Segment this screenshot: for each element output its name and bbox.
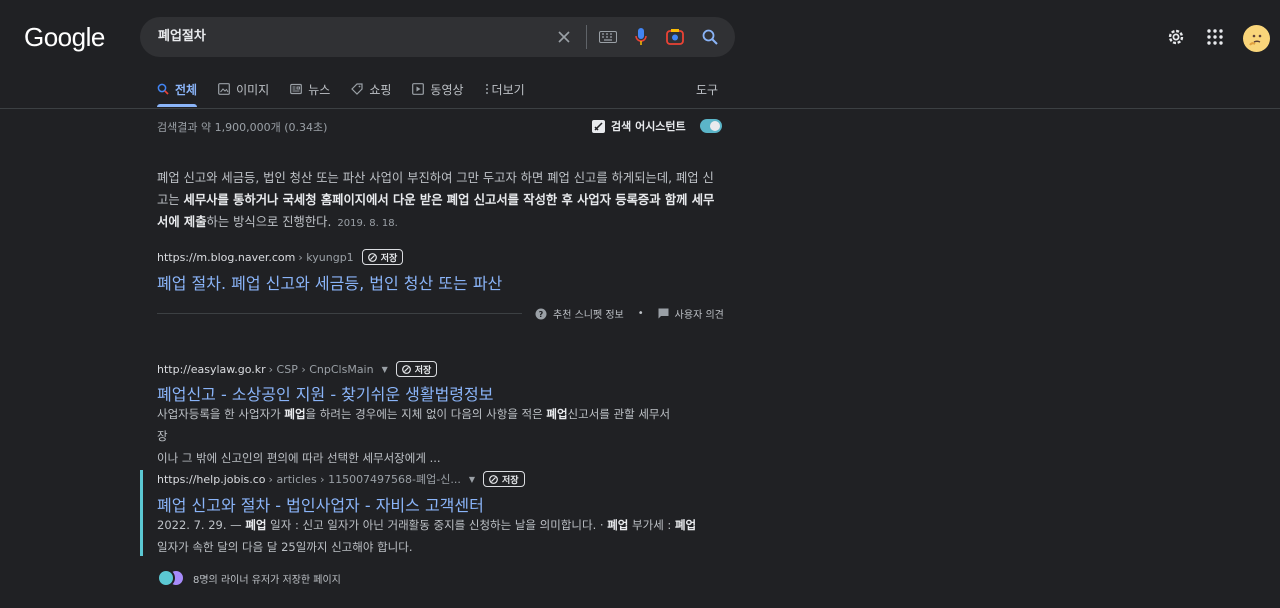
liner-save-icon <box>367 252 377 262</box>
microphone-icon[interactable] <box>631 27 651 47</box>
save-chip[interactable]: 저장 <box>483 471 525 487</box>
desc-bold: 폐업 <box>284 407 306 421</box>
desc-text: 사업자등록을 한 사업자가 <box>157 407 285 421</box>
feedback-link[interactable]: 사용자 의견 <box>675 306 724 321</box>
desc-bold: 폐업 <box>245 518 267 532</box>
search-icon[interactable] <box>700 27 720 47</box>
tab-label: 뉴스 <box>308 82 331 97</box>
saved-users-text: 8명의 라이너 유저가 저장한 페이지 <box>193 574 341 586</box>
desc-text: 2022. 7. 29. — <box>157 518 246 532</box>
keyboard-icon[interactable] <box>598 27 618 47</box>
lens-camera-icon[interactable] <box>665 27 685 47</box>
search-icon <box>157 83 169 95</box>
google-logo[interactable]: Google <box>24 22 105 53</box>
save-label: 저장 <box>502 475 519 486</box>
search-tabs: 전체 이미지 뉴스 쇼핑 동영상 더보기 <box>157 80 546 108</box>
desc-text: 부가세 : <box>628 518 675 532</box>
feedback-icon[interactable] <box>658 308 669 319</box>
tab-label: 쇼핑 <box>369 82 392 97</box>
avatar <box>157 569 175 587</box>
tools-button[interactable]: 도구 <box>696 81 718 98</box>
result-description: 2022. 7. 29. — 폐업 일자 : 신고 일자가 아닌 거래활동 중지… <box>157 514 697 558</box>
snippet-divider <box>157 313 522 314</box>
tag-icon <box>351 83 363 95</box>
search-assistant[interactable]: 검색 어시스턴트 <box>592 118 722 134</box>
chevron-down-icon[interactable]: ▼ <box>469 475 475 484</box>
apps-grid-icon[interactable] <box>1204 26 1226 48</box>
save-chip[interactable]: 저장 <box>361 249 404 265</box>
assistant-label: 검색 어시스턴트 <box>611 120 686 133</box>
save-chip[interactable]: 저장 <box>395 361 438 377</box>
search-input[interactable] <box>158 27 538 42</box>
liner-save-icon <box>401 364 411 374</box>
result-stats: 검색결과 약 1,900,000개 (0.34초) <box>157 121 328 134</box>
tab-more[interactable]: 더보기 <box>485 80 525 98</box>
desc-text: 이나 그 밖에 신고인의 편의에 따라 선택한 세무서장에게 ... <box>157 451 441 465</box>
chevron-down-icon[interactable]: ▼ <box>382 365 388 374</box>
result-cite[interactable]: https://help.jobis.co › articles › 11500… <box>157 471 525 487</box>
desc-text: 을 하려는 경우에는 지체 없이 다음의 사항을 적은 <box>305 407 547 421</box>
liner-highlight-bar <box>140 470 143 556</box>
tab-label: 전체 <box>175 82 198 97</box>
result-title-link[interactable]: 폐업신고 - 소상공인 지원 - 찾기쉬운 생활법령정보 <box>157 381 493 405</box>
result-title-link[interactable]: 폐업 신고와 절차 - 법인사업자 - 자비스 고객센터 <box>157 492 484 516</box>
desc-text: 일자가 속한 달의 다음 달 25일까지 신고해야 합니다. <box>157 540 413 554</box>
result-cite[interactable]: http://easylaw.go.kr › CSP › CnpClsMain … <box>157 361 438 377</box>
clear-icon[interactable] <box>554 27 574 47</box>
tab-news[interactable]: 뉴스 <box>290 80 330 98</box>
assistant-toggle[interactable] <box>699 119 722 133</box>
liner-saved-users[interactable]: 8명의 라이너 유저가 저장한 페이지 <box>157 569 341 587</box>
tab-videos[interactable]: 동영상 <box>412 80 464 98</box>
separator-dot: • <box>637 308 644 319</box>
image-icon <box>218 83 230 95</box>
search-divider <box>586 25 587 49</box>
cite-site[interactable]: https://m.blog.naver.com <box>157 251 295 264</box>
tab-images[interactable]: 이미지 <box>218 80 269 98</box>
thinking-face-icon <box>1248 34 1261 46</box>
cite-site[interactable]: http://easylaw.go.kr <box>157 363 266 376</box>
liner-assistant-icon <box>592 119 605 133</box>
header-divider <box>0 108 1280 109</box>
more-vert-icon <box>485 84 488 94</box>
desc-text: 일자 : 신고 일자가 아닌 거래활동 중지를 신청하는 날을 의미합니다. · <box>266 518 608 532</box>
save-label: 저장 <box>414 365 432 376</box>
snippet-text: 하는 방식으로 진행한다. <box>206 215 332 229</box>
help-circle-icon[interactable]: ? <box>535 308 547 320</box>
tab-label: 동영상 <box>430 82 464 97</box>
liner-save-icon <box>489 474 498 484</box>
search-box[interactable] <box>140 17 735 57</box>
save-label: 저장 <box>380 253 398 264</box>
about-snippets-link[interactable]: 추천 스니펫 정보 <box>553 306 624 321</box>
featured-snippet-text: 폐업 신고와 세금등, 법인 청산 또는 파산 사업이 부진하여 그만 두고자 … <box>157 167 722 235</box>
result-description: 사업자등록을 한 사업자가 폐업을 하려는 경우에는 지체 없이 다음의 사항을… <box>157 403 677 469</box>
active-tab-indicator <box>157 104 197 107</box>
tab-label: 이미지 <box>236 82 270 97</box>
cite-site[interactable]: https://help.jobis.co <box>157 473 266 486</box>
featured-cite[interactable]: https://m.blog.naver.com › kyungp1 저장 <box>157 249 404 265</box>
desc-bold: 폐업 <box>674 518 697 532</box>
desc-bold: 폐업 <box>607 518 629 532</box>
news-icon <box>290 83 303 95</box>
cite-path: › articles › 115007497568-폐업-신... <box>268 473 461 486</box>
tab-all[interactable]: 전체 <box>157 80 197 98</box>
settings-gear-icon[interactable] <box>1165 26 1187 48</box>
cite-path: › kyungp1 <box>298 250 354 264</box>
featured-title-link[interactable]: 폐업 절차. 폐업 신고와 세금등, 법인 청산 또는 파산 <box>157 270 502 294</box>
svg-text:?: ? <box>539 310 544 319</box>
account-avatar[interactable] <box>1243 25 1270 52</box>
user-avatars <box>157 569 185 587</box>
cite-path: › CSP › CnpClsMain <box>268 362 374 376</box>
desc-bold: 폐업 <box>546 407 568 421</box>
tab-shopping[interactable]: 쇼핑 <box>351 80 391 98</box>
tab-label: 더보기 <box>491 82 525 97</box>
snippet-date: 2019. 8. 18. <box>337 218 398 229</box>
play-icon <box>412 83 425 95</box>
snippet-footer: ? 추천 스니펫 정보 • 사용자 의견 <box>535 306 724 321</box>
